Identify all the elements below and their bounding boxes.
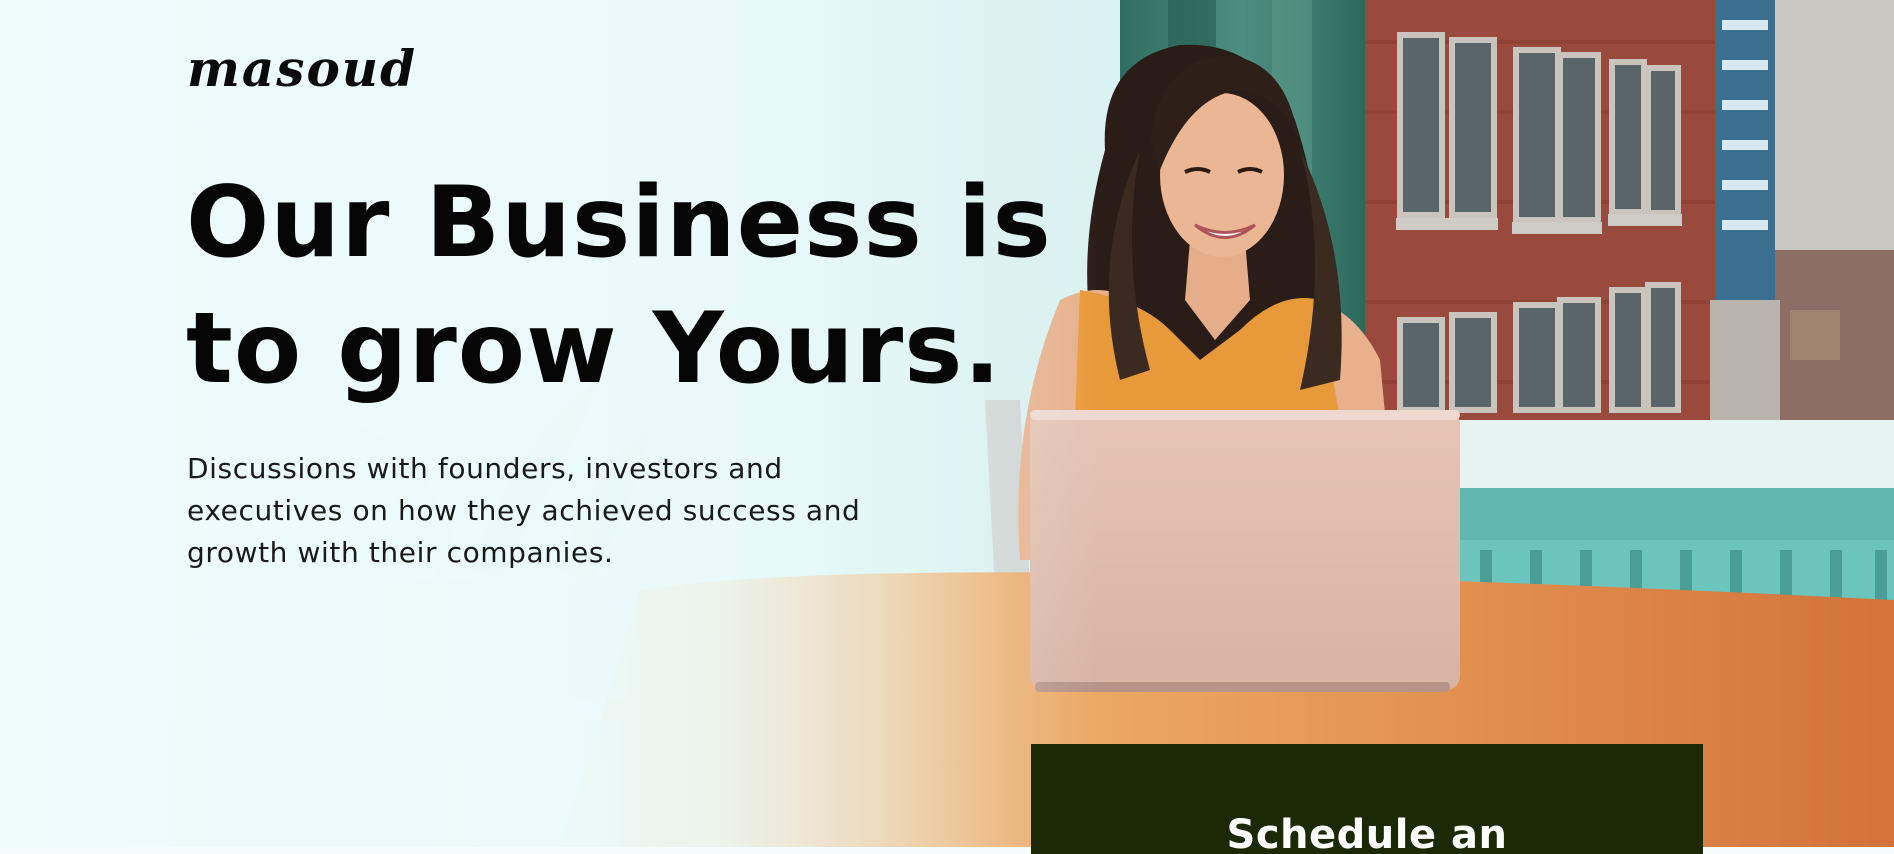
description-line-1: Discussions with founders, investors and xyxy=(187,452,783,485)
hero-headline: Our Business is to grow Yours. xyxy=(186,160,1086,412)
schedule-button[interactable]: Schedule an xyxy=(1031,744,1703,854)
schedule-button-label: Schedule an xyxy=(1226,812,1508,854)
description-line-2: executives on how they achieved success … xyxy=(187,494,861,527)
hero-section xyxy=(0,0,1894,847)
hero-description: Discussions with founders, investors and… xyxy=(187,448,907,574)
headline-line-1: Our Business is xyxy=(186,166,1052,280)
description-line-3: growth with their companies. xyxy=(187,536,614,569)
hero-fade-overlay xyxy=(0,0,1894,847)
brand-logo[interactable]: masoud xyxy=(187,44,417,94)
headline-line-2: to grow Yours. xyxy=(186,292,1002,406)
